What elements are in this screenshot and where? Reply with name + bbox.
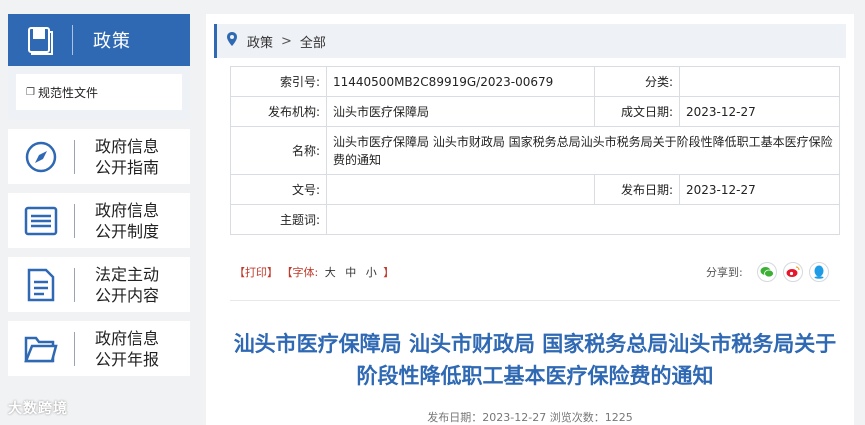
metadata-table: 索引号: 11440500MB2C89919G/2023-00679 分类: 发… bbox=[230, 66, 840, 235]
sub-menu: ❐ 规范性文件 bbox=[8, 66, 190, 120]
page-tools: 【打印】 【字体: 大 中 小 】 bbox=[234, 264, 394, 280]
main-content: 政策 > 全部 索引号: 11440500MB2C89919G/2023-006… bbox=[206, 14, 854, 425]
sidebar-item-system[interactable]: 政府信息 公开制度 bbox=[8, 193, 190, 248]
compass-icon bbox=[8, 129, 74, 184]
content-divider bbox=[230, 300, 840, 301]
sidebar-item-label: 政府信息 公开指南 bbox=[95, 136, 160, 177]
sidebar-item-guide[interactable]: 政府信息 公开指南 bbox=[8, 129, 190, 184]
normative-docs-label: 规范性文件 bbox=[37, 85, 98, 100]
divider bbox=[74, 203, 75, 238]
sidebar-item-content[interactable]: 法定主动 公开内容 bbox=[8, 257, 190, 312]
subject-label: 主题词: bbox=[230, 204, 327, 235]
index-value: 11440500MB2C89919G/2023-00679 bbox=[326, 66, 595, 97]
breadcrumb-all[interactable]: 全部 bbox=[300, 32, 326, 51]
policy-label: 政策 bbox=[93, 31, 131, 52]
divider bbox=[72, 25, 73, 55]
document-icon: ❐ bbox=[26, 86, 35, 98]
list-icon bbox=[8, 193, 74, 248]
location-pin-icon bbox=[227, 32, 237, 50]
font-large-link[interactable]: 大 bbox=[325, 266, 336, 279]
article-title: 汕头市医疗保障局 汕头市财政局 国家税务总局汕头市税务局关于阶段性降低职工基本医… bbox=[233, 332, 837, 388]
divider bbox=[74, 267, 75, 302]
wechat-icon[interactable] bbox=[756, 262, 777, 282]
divider bbox=[74, 139, 75, 174]
sidebar-item-label: 政府信息 公开制度 bbox=[95, 200, 160, 241]
index-label: 索引号: bbox=[230, 66, 327, 97]
name-value: 汕头市医疗保障局 汕头市财政局 国家税务总局汕头市税务局关于阶段性降低职工基本医… bbox=[326, 126, 840, 175]
org-label: 发布机构: bbox=[230, 96, 327, 127]
share-label: 分享到: bbox=[706, 266, 743, 279]
qq-icon[interactable] bbox=[808, 262, 829, 282]
subject-value bbox=[326, 204, 840, 235]
file-text-icon bbox=[8, 257, 74, 312]
sidebar-item-annual-report[interactable]: 政府信息 公开年报 bbox=[8, 321, 190, 376]
date-made-label: 成文日期: bbox=[594, 96, 680, 127]
policy-header[interactable]: 政策 bbox=[8, 14, 190, 66]
font-medium-link[interactable]: 中 bbox=[345, 266, 356, 279]
category-value bbox=[679, 66, 840, 97]
font-size-suffix: 】 bbox=[383, 266, 395, 279]
sidebar-item-label: 法定主动 公开内容 bbox=[95, 264, 160, 305]
name-label: 名称: bbox=[230, 126, 327, 175]
doc-no-value bbox=[326, 174, 595, 205]
normative-docs-link[interactable]: ❐ 规范性文件 bbox=[16, 74, 182, 110]
weibo-icon[interactable] bbox=[782, 262, 803, 282]
chevron-right-icon: > bbox=[281, 33, 292, 49]
share-bar: 分享到: bbox=[706, 262, 835, 282]
date-made-value: 2023-12-27 bbox=[679, 96, 840, 127]
pub-date-value: 2023-12-27 bbox=[679, 174, 840, 205]
sidebar-item-label: 政府信息 公开年报 bbox=[95, 328, 160, 369]
font-size-prefix: 【字体: bbox=[281, 266, 319, 279]
category-label: 分类: bbox=[594, 66, 680, 97]
pub-date-label: 发布日期: bbox=[594, 174, 680, 205]
sidebar: 政策 ❐ 规范性文件 政府信息 公开指南 政府信息 公开制度 法定主动 公开内容 政府 bbox=[8, 14, 190, 376]
watermark: 大数跨境 bbox=[8, 401, 68, 417]
publish-info: 发布日期：2023-12-27 浏览次数：1225 bbox=[427, 411, 633, 424]
breadcrumb: 政策 > 全部 bbox=[214, 24, 846, 58]
breadcrumb-policy[interactable]: 政策 bbox=[247, 32, 273, 51]
doc-no-label: 文号: bbox=[230, 174, 327, 205]
book-icon bbox=[8, 14, 72, 66]
divider bbox=[74, 331, 75, 366]
org-value: 汕头市医疗保障局 bbox=[326, 96, 595, 127]
font-small-link[interactable]: 小 bbox=[366, 266, 377, 279]
print-link[interactable]: 【打印】 bbox=[234, 266, 278, 279]
folder-icon bbox=[8, 321, 74, 376]
